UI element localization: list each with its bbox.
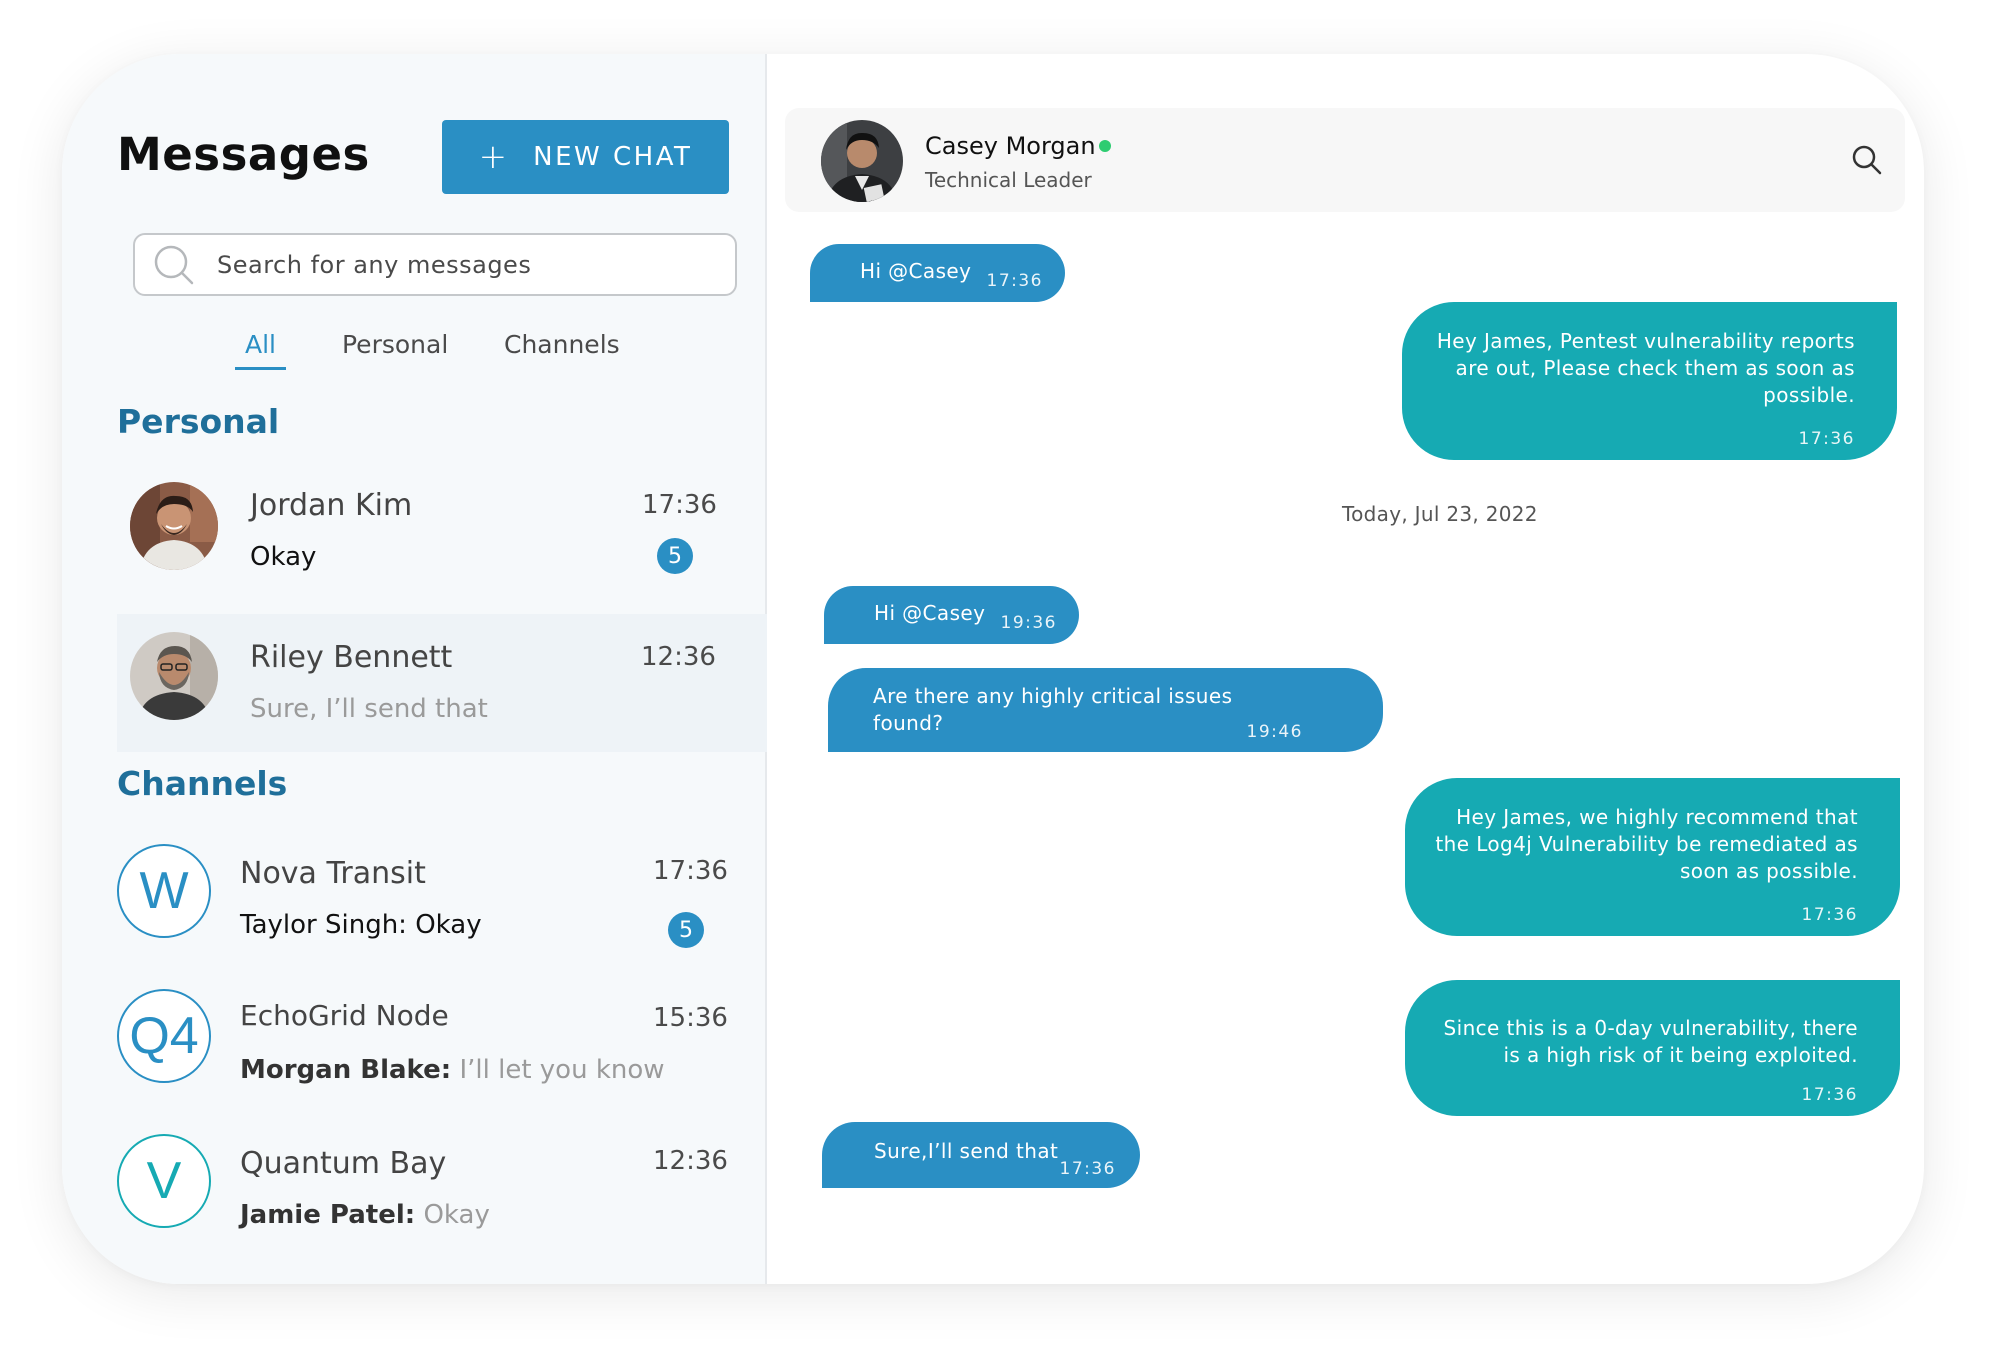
new-chat-label: NEW CHAT <box>533 142 693 172</box>
message-text: Are there any highly critical issues fou… <box>873 683 1232 737</box>
conversation-header: Casey Morgan Technical Leader <box>785 108 1905 212</box>
online-status-dot <box>1098 140 1111 152</box>
channel-item-echogrid-node[interactable]: Q4 EchoGrid Node Morgan Blake: I’ll let … <box>117 979 737 1119</box>
channel-item-quantum-bay[interactable]: V Quantum Bay Jamie Patel: Okay 12:36 <box>117 1124 737 1264</box>
message-time: 17:36 <box>1059 1159 1116 1179</box>
chat-preview: Sure, I’ll send that <box>250 694 488 724</box>
message-bubble-outgoing[interactable]: Hey James, we highly recommend that the … <box>1405 778 1900 936</box>
avatar <box>130 632 218 720</box>
message-text: Sure,I’ll send that <box>874 1139 1059 1163</box>
preview-text: Okay <box>415 910 482 940</box>
chat-name: Riley Bennett <box>250 640 453 675</box>
message-bubble-outgoing[interactable]: Hey James, Pentest vulnerability reports… <box>1402 302 1897 460</box>
contact-name-text: Casey Morgan <box>925 132 1096 160</box>
chat-name: Jordan Kim <box>250 488 413 523</box>
message-time: 19:36 <box>1000 613 1057 633</box>
message-bubble-outgoing[interactable]: Since this is a 0-day vulnerability, the… <box>1405 980 1900 1116</box>
conversation-panel: Casey Morgan Technical Leader Hi @Casey … <box>767 54 1924 1284</box>
preview-author: Taylor Singh: <box>240 910 407 940</box>
message-bubble-incoming[interactable]: Hi @Casey 17:36 <box>810 244 1065 302</box>
channel-avatar: Q4 <box>117 989 211 1083</box>
channel-name: Quantum Bay <box>240 1146 447 1181</box>
chat-time: 12:36 <box>641 642 716 672</box>
message-line: Hey James, we highly recommend that <box>1456 805 1858 829</box>
message-text: Since this is a 0-day vulnerability, the… <box>1444 1015 1858 1069</box>
messaging-app: Messages + NEW CHAT All Personal Channel… <box>62 54 1924 1284</box>
message-line: are out, Please check them as soon as <box>1455 356 1855 380</box>
chat-time: 17:36 <box>642 490 717 520</box>
chat-item-jordan-kim[interactable]: Jordan Kim Okay 17:36 5 <box>117 466 737 604</box>
contact-role: Technical Leader <box>925 168 1092 192</box>
channels-heading: Channels <box>117 764 288 803</box>
message-time: 17:36 <box>1798 429 1855 449</box>
message-line: Since this is a 0-day vulnerability, the… <box>1443 1016 1858 1040</box>
channel-item-nova-transit[interactable]: W Nova Transit Taylor Singh: Okay 17:36 … <box>117 834 737 974</box>
message-bubble-incoming[interactable]: Are there any highly critical issues fou… <box>828 668 1383 752</box>
search-icon <box>154 245 194 284</box>
filter-tabs: All Personal Channels <box>62 330 767 370</box>
personal-heading: Personal <box>117 402 280 441</box>
preview-text: Okay <box>423 1200 490 1230</box>
message-time: 17:36 <box>1801 1085 1858 1105</box>
message-text: Hi @Casey <box>860 259 972 283</box>
message-line: possible. <box>1763 383 1855 407</box>
message-time: 17:36 <box>1801 905 1858 925</box>
tab-channels[interactable]: Channels <box>504 330 620 367</box>
tab-all[interactable]: All <box>235 330 286 370</box>
message-bubble-incoming[interactable]: Hi @Casey 19:36 <box>824 586 1079 644</box>
chat-time: 17:36 <box>653 856 728 886</box>
channel-avatar: W <box>117 844 211 938</box>
tab-personal[interactable]: Personal <box>342 330 448 367</box>
search-input[interactable] <box>217 250 697 279</box>
channel-preview: Taylor Singh: Okay <box>240 910 482 940</box>
message-line: found? <box>873 711 944 735</box>
chat-preview: Okay <box>250 542 317 572</box>
channel-preview: Jamie Patel: Okay <box>240 1200 490 1230</box>
chat-item-riley-bennett[interactable]: Riley Bennett Sure, I’ll send that 12:36 <box>117 614 767 752</box>
preview-author: Morgan Blake: <box>240 1055 452 1085</box>
page-title: Messages <box>117 128 370 181</box>
unread-badge: 5 <box>668 912 704 948</box>
preview-text: I’ll let you know <box>459 1055 665 1085</box>
channel-preview: Morgan Blake: I’ll let you know <box>240 1055 665 1085</box>
message-text: Hey James, Pentest vulnerability reports… <box>1437 328 1855 409</box>
contact-avatar[interactable] <box>821 120 903 202</box>
new-chat-button[interactable]: + NEW CHAT <box>442 120 729 194</box>
search-box <box>133 233 737 296</box>
date-separator: Today, Jul 23, 2022 <box>1342 502 1538 526</box>
message-line: Hey James, Pentest vulnerability reports <box>1436 329 1855 353</box>
plus-icon: + <box>478 137 508 177</box>
avatar <box>130 482 218 570</box>
message-text: Hi @Casey <box>874 601 986 625</box>
chat-time: 15:36 <box>653 1003 728 1033</box>
contact-name: Casey Morgan <box>925 132 1111 160</box>
search-icon[interactable] <box>1851 144 1883 176</box>
message-line: soon as possible. <box>1679 859 1858 883</box>
channel-name: Nova Transit <box>240 856 426 891</box>
message-bubble-incoming[interactable]: Sure,I’ll send that 17:36 <box>822 1122 1140 1188</box>
sidebar: Messages + NEW CHAT All Personal Channel… <box>62 54 767 1284</box>
message-text: Hey James, we highly recommend that the … <box>1435 804 1858 885</box>
channel-name: EchoGrid Node <box>240 999 449 1032</box>
channel-avatar: V <box>117 1134 211 1228</box>
message-line: is a high risk of it being exploited. <box>1503 1043 1858 1067</box>
message-time: 19:46 <box>1246 722 1303 742</box>
message-time: 17:36 <box>986 271 1043 291</box>
message-line: the Log4j Vulnerability be remediated as <box>1435 832 1858 856</box>
preview-author: Jamie Patel: <box>240 1200 416 1230</box>
unread-badge: 5 <box>657 538 693 574</box>
message-line: Are there any highly critical issues <box>873 684 1233 708</box>
chat-time: 12:36 <box>653 1146 728 1176</box>
